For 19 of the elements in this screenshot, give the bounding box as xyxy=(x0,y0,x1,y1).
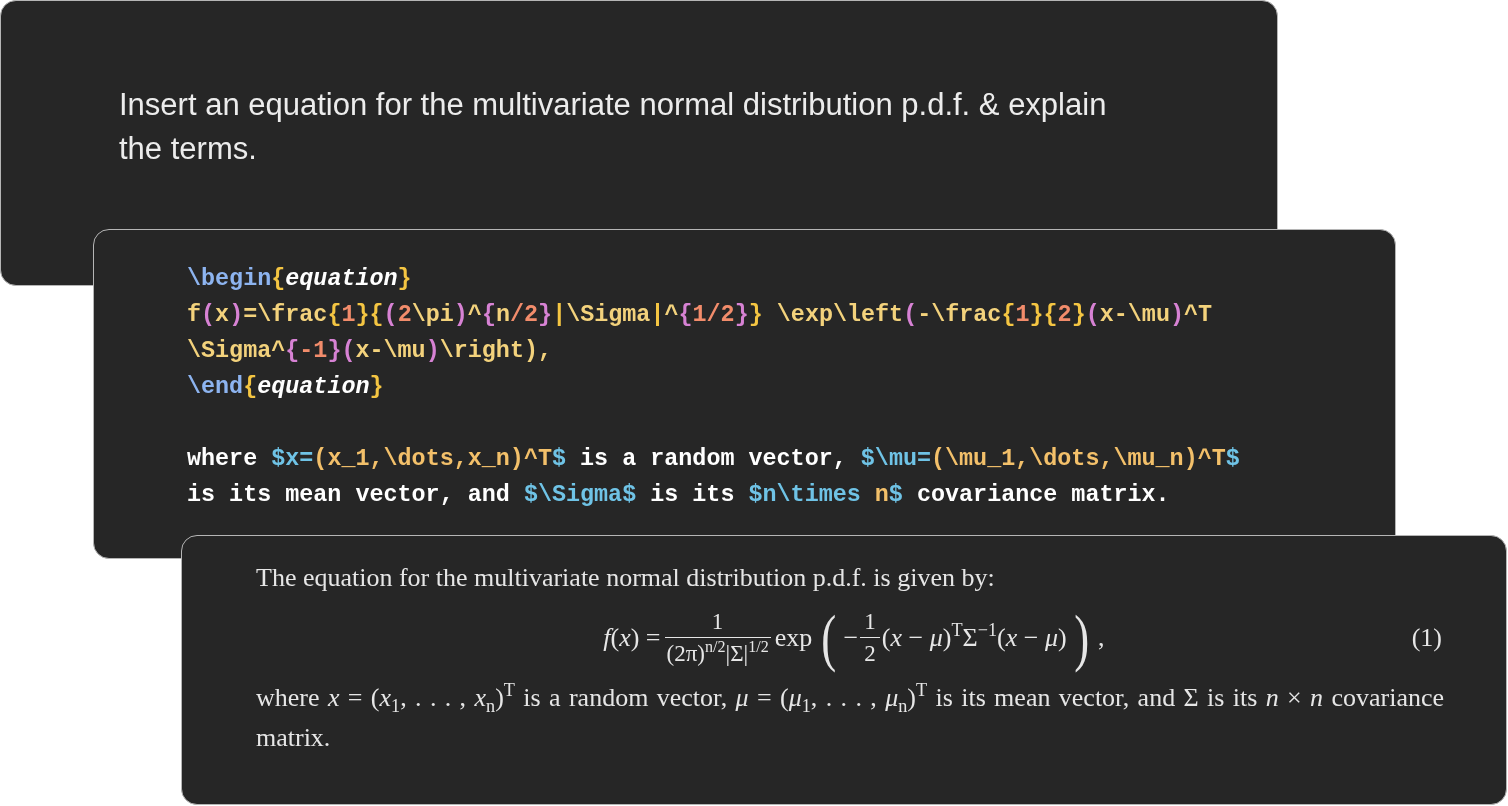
equation-function: exp xyxy=(774,623,813,654)
code-line: f(x)=\frac{1}{(2\pi)^{n/2}|\Sigma|^{1/2}} \exp\left(-\frac{1}{2}(x-\mu)^T xyxy=(187,301,1214,330)
equation-number: (1) xyxy=(1411,623,1442,654)
equation-fraction: 1 2 xyxy=(862,609,878,668)
equation-lhs: f(x) = xyxy=(603,623,661,654)
code-line: \end{equation} xyxy=(187,373,385,402)
code-line: \Sigma^{-1}(x-\mu)\right), xyxy=(187,337,553,366)
equation-sign: − xyxy=(843,623,859,654)
equation-term: (x − μ)$^{T}$Σ$^{−1}$(x − μ) xyxy=(881,623,1067,654)
explanation-text: where x = (x$_{1}$, . . . , x$_{n}$)$^{T}$ is a random vector, μ = (μ$_{1}$, . . . , μ$_{n}$)$^{T}$ is its mean vector, and Σ is its n × n covariance matrix. xyxy=(256,679,1444,755)
intro-text: The equation for the multivariate normal distribution p.d.f. is given by: xyxy=(256,562,996,594)
equation-paren: ( xyxy=(821,606,837,671)
prompt-text: Insert an equation for the multivariate normal distribution p.d.f. & explain the terms. xyxy=(119,86,1108,168)
equation-paren: ) xyxy=(1073,606,1089,671)
equation-fraction: 1 (2π)$^{n/2}$|Σ|$^{1/2}$ xyxy=(666,609,769,668)
equation-comma: , xyxy=(1097,623,1105,654)
code-line: where $x=(x_1,\dots,x_n)^T$ is a random vector, $\mu=(\mu_1,\dots,\mu_n)^T$ xyxy=(187,445,1241,474)
code-line: \begin{equation} xyxy=(187,265,413,294)
code-line: is its mean vector, and $\Sigma$ is its $n\times n$ covariance matrix. xyxy=(187,481,1171,510)
